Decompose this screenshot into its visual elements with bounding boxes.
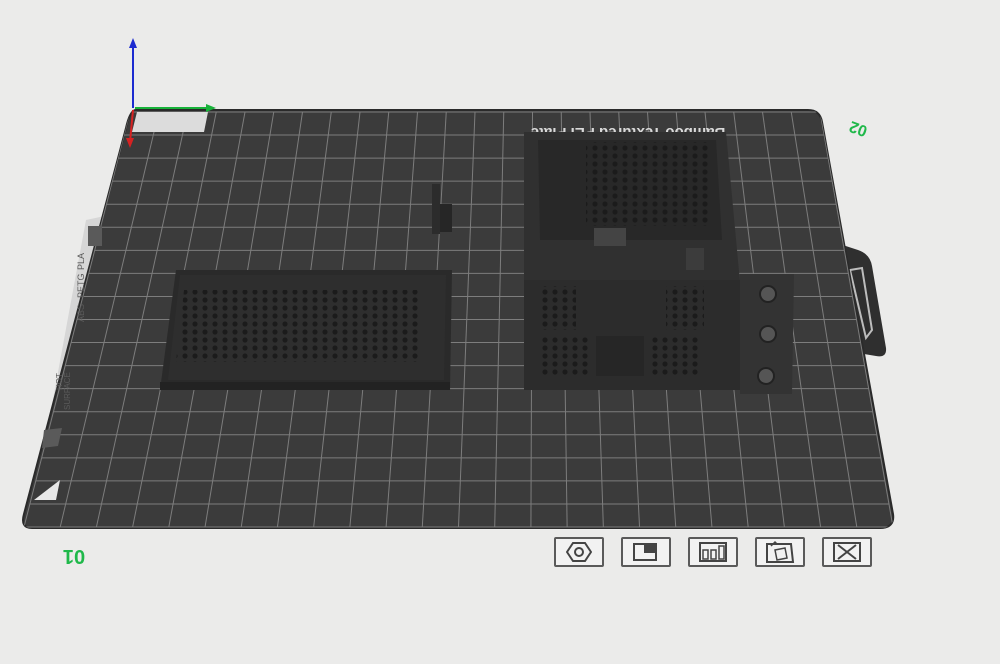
strip-label-abs: ABS <box>76 304 86 322</box>
plate-settings-icon <box>766 540 795 563</box>
orient-icon <box>566 542 592 562</box>
model-vent-panel[interactable] <box>160 270 452 390</box>
close-button[interactable] <box>822 537 872 567</box>
close-icon <box>833 542 861 562</box>
arrange-button[interactable] <box>621 537 671 567</box>
plate-toolbar <box>554 537 872 567</box>
side-number-label: 02 <box>847 117 870 139</box>
origin-corner-patch <box>132 112 208 132</box>
plate-settings-button[interactable] <box>755 537 805 567</box>
arrange-icon <box>633 543 657 561</box>
strip-label-petg: PETG <box>76 273 86 298</box>
z-axis-arrow-icon <box>129 38 137 48</box>
plate-number-label: 01 <box>63 545 85 567</box>
orient-button[interactable] <box>554 537 604 567</box>
strip-logo-icon <box>88 226 102 246</box>
layout-icon <box>699 542 727 562</box>
strip-label-surface: SURFACE <box>63 372 72 410</box>
layout-button[interactable] <box>688 537 738 567</box>
strip-label-pla: PLA <box>76 253 86 270</box>
